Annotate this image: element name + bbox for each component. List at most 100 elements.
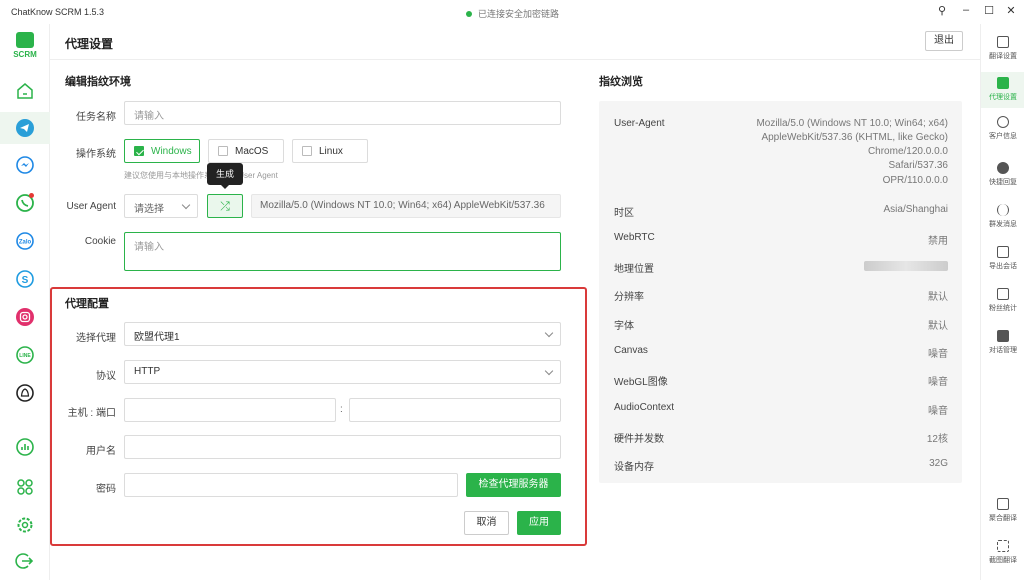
preview-row-value: 默认: [928, 292, 948, 303]
preview-row-value: 禁用: [928, 236, 948, 247]
protocol-select-value: HTTP: [134, 366, 161, 377]
preview-row-value: 噪音: [928, 377, 948, 388]
os-option-macos[interactable]: MacOS: [208, 139, 284, 163]
preview-row-label: WebRTC: [614, 232, 655, 243]
user-agent-label: User Agent: [66, 201, 116, 212]
username-input[interactable]: [124, 435, 561, 459]
os-option-windows[interactable]: Windows: [124, 139, 200, 163]
generate-ua-button[interactable]: ⤮: [207, 194, 243, 218]
exit-icon: [15, 553, 34, 569]
preview-row-label: 硬件并发数: [614, 434, 664, 445]
home-icon: [17, 83, 33, 99]
user-icon: [997, 116, 1009, 128]
instagram-icon: [16, 308, 34, 326]
user-agent-select-value: 请选择: [134, 204, 164, 215]
checkbox-icon: [134, 146, 144, 156]
connection-status: 已连接安全加密链路: [466, 7, 559, 20]
os-option-linux[interactable]: Linux: [292, 139, 368, 163]
chevron-down-icon: [544, 328, 554, 338]
username-label: 用户名: [86, 446, 116, 457]
tool-label: 聚合翻译: [989, 515, 1017, 522]
preview-row-label: AudioContext: [614, 402, 675, 413]
tool-label: 快捷回复: [989, 179, 1017, 186]
gear-icon: [17, 517, 33, 533]
export-session-tool[interactable]: 导出会话: [981, 246, 1024, 271]
page-title: 代理设置: [65, 37, 114, 51]
generate-tooltip: 生成: [207, 163, 243, 189]
screenshot-translate-tool[interactable]: 截图翻译: [981, 540, 1024, 565]
os-option-label: MacOS: [235, 145, 269, 157]
preview-section-title: 指纹浏览: [599, 76, 643, 88]
password-input[interactable]: [124, 473, 458, 497]
close-button[interactable]: ✕: [1003, 4, 1019, 17]
chat-logo-icon: [16, 32, 34, 48]
settings-nav[interactable]: [14, 514, 36, 536]
left-sidebar: SCRM Zalo S LINE: [0, 24, 50, 580]
status-dot-icon: [466, 10, 472, 17]
minimize-button[interactable]: –: [958, 4, 974, 16]
proxy-settings-tool[interactable]: 代理设置: [981, 72, 1024, 108]
tool-label: 导出会话: [989, 263, 1017, 270]
logout-button[interactable]: 退出: [925, 31, 963, 51]
proxy-select[interactable]: 欧盟代理1: [124, 322, 561, 346]
logout-nav[interactable]: [14, 550, 36, 572]
stats-icon: [16, 438, 34, 456]
maximize-button[interactable]: ☐: [981, 4, 997, 17]
task-name-input[interactable]: 请输入: [124, 101, 561, 125]
preview-row-label: 地理位置: [614, 264, 654, 275]
svg-text:Zalo: Zalo: [19, 240, 32, 246]
title-bar: ChatKnow SCRM 1.5.3 已连接安全加密链路 ⚲ – ☐ ✕: [0, 0, 1024, 24]
line-nav[interactable]: LINE: [14, 344, 36, 366]
fan-stats-tool[interactable]: 粉丝统计: [981, 288, 1024, 313]
translate-settings-tool[interactable]: 翻译设置: [981, 34, 1024, 68]
cancel-button[interactable]: 取消: [464, 511, 509, 535]
export-icon: [997, 246, 1009, 258]
svg-text:S: S: [22, 275, 29, 286]
skype-nav[interactable]: S: [14, 268, 36, 290]
user-agent-input[interactable]: Mozilla/5.0 (Windows NT 10.0; Win64; x64…: [251, 194, 561, 218]
preview-row-value: 32G: [929, 458, 948, 469]
snapchat-nav[interactable]: [14, 382, 36, 404]
preview-row-label: Canvas: [614, 345, 648, 356]
preview-row-label: WebGL图像: [614, 377, 668, 388]
app-title: ChatKnow SCRM 1.5.3: [11, 7, 105, 17]
apps-nav[interactable]: [14, 476, 36, 498]
tool-label: 粉丝统计: [989, 305, 1017, 312]
skype-icon: S: [16, 270, 34, 288]
preview-row-label: 字体: [614, 321, 634, 332]
protocol-select[interactable]: HTTP: [124, 360, 561, 384]
whatsapp-nav[interactable]: [14, 192, 36, 214]
tool-label: 代理设置: [989, 94, 1017, 101]
apply-button[interactable]: 应用: [517, 511, 561, 535]
statistics-nav[interactable]: [14, 436, 36, 458]
check-proxy-button[interactable]: 检查代理服务器: [466, 473, 561, 497]
zalo-nav[interactable]: Zalo: [14, 230, 36, 252]
line-icon: LINE: [16, 346, 34, 364]
pin-icon[interactable]: ⚲: [934, 4, 950, 17]
aggregate-translate-tool[interactable]: 聚合翻译: [981, 498, 1024, 523]
host-input[interactable]: [124, 398, 336, 422]
instagram-nav[interactable]: [14, 306, 36, 328]
user-agent-select[interactable]: 请选择: [124, 194, 198, 218]
protocol-label: 协议: [96, 371, 116, 382]
broadcast-icon: [997, 204, 1009, 216]
telegram-nav[interactable]: [0, 112, 50, 144]
conversation-mgmt-tool[interactable]: 对话管理: [981, 330, 1024, 355]
port-input[interactable]: [349, 398, 561, 422]
preview-ua-line: Safari/537.36: [888, 160, 949, 171]
os-option-label: Linux: [319, 145, 343, 157]
cookie-textarea[interactable]: 请输入: [124, 232, 561, 271]
preview-row-value: 默认: [928, 321, 948, 332]
quick-reply-tool[interactable]: 快捷回复: [981, 162, 1024, 187]
broadcast-tool[interactable]: 群发消息: [981, 204, 1024, 229]
os-option-label: Windows: [151, 145, 192, 157]
preview-ua-line: OPR/110.0.0.0: [882, 175, 948, 186]
tool-label: 客户信息: [989, 133, 1017, 140]
preview-row-value: 噪音: [928, 349, 948, 360]
tool-label: 对话管理: [989, 347, 1017, 354]
home-nav[interactable]: [14, 80, 36, 102]
customer-info-tool[interactable]: 客户信息: [981, 116, 1024, 141]
app-logo: SCRM: [11, 32, 39, 59]
messenger-nav[interactable]: [14, 154, 36, 176]
tool-label: 群发消息: [989, 221, 1017, 228]
